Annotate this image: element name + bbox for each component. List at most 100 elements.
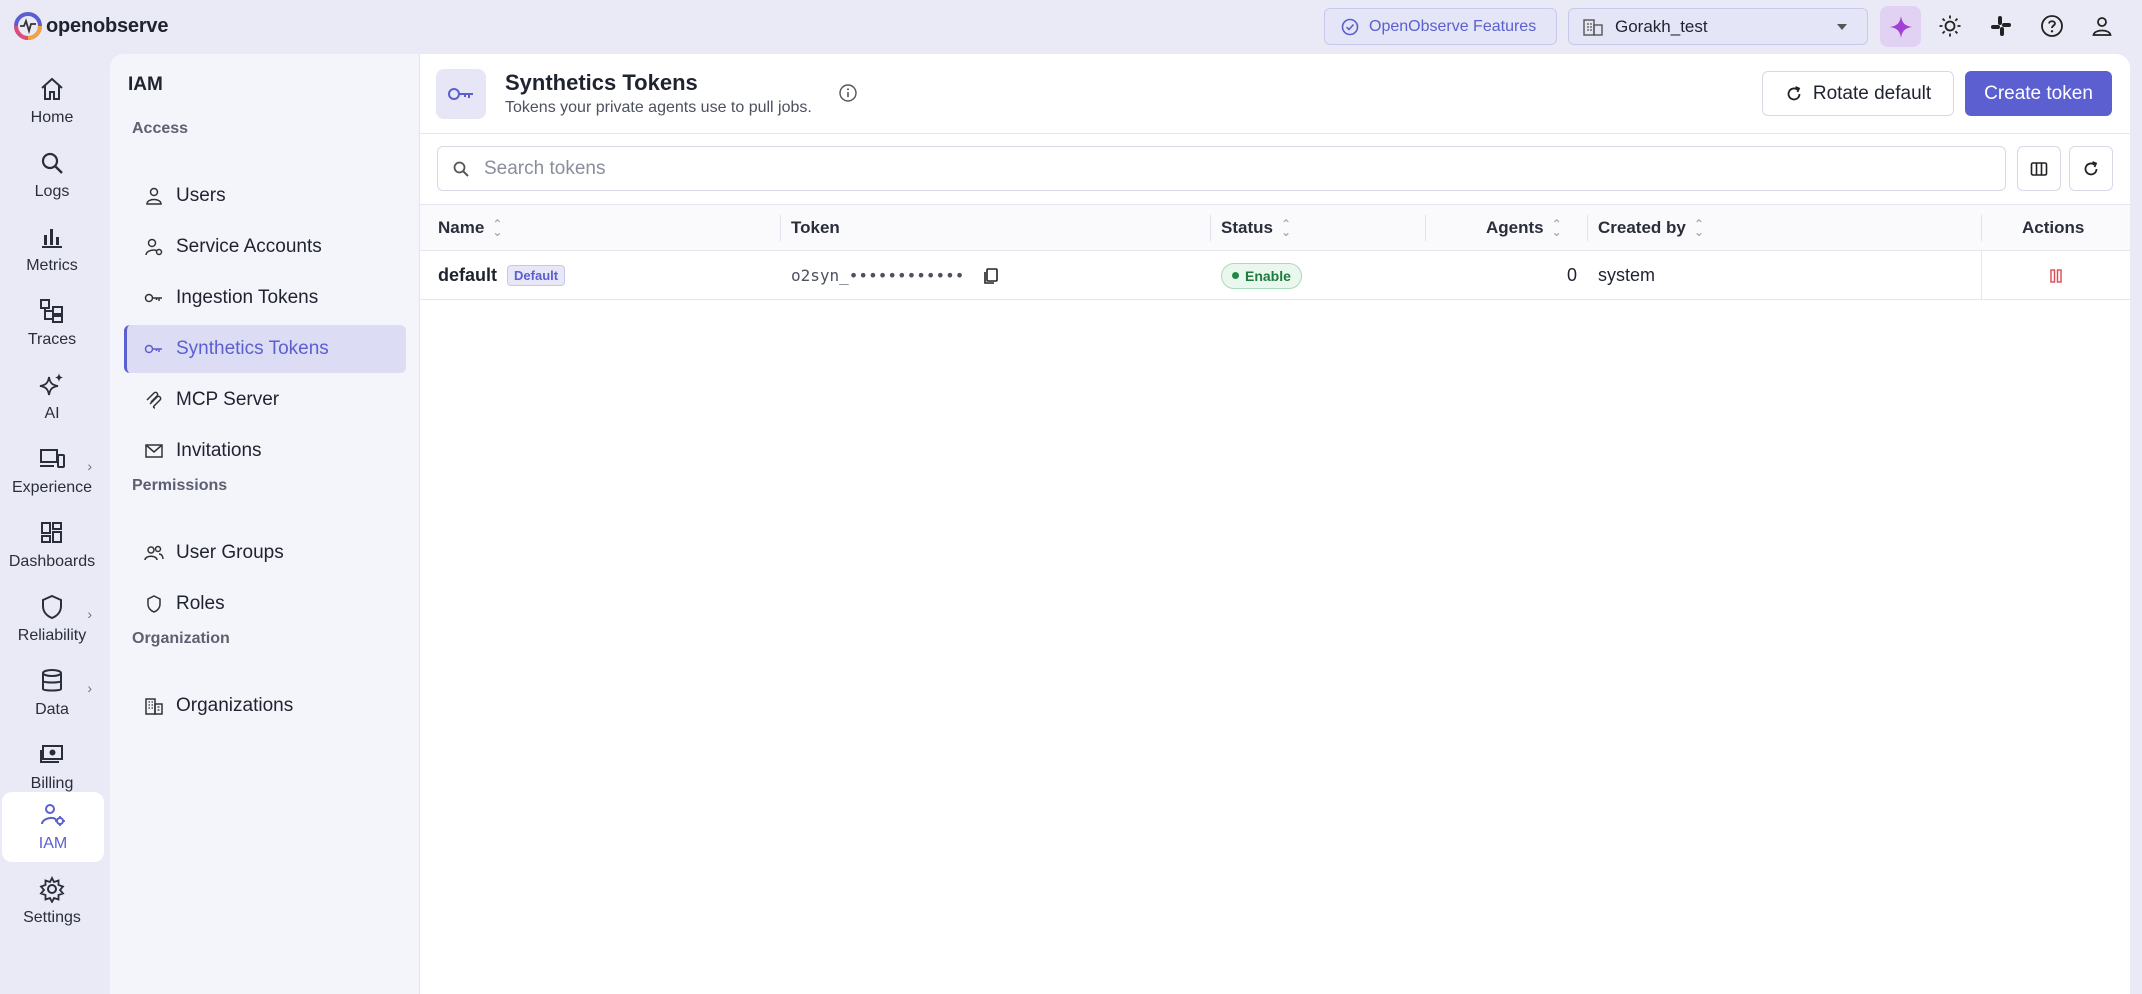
check-circle-icon <box>1341 18 1359 35</box>
shield-icon <box>147 595 161 613</box>
group-icon <box>144 545 164 561</box>
rail-item-iam[interactable]: IAM <box>2 792 104 862</box>
agents-count: 0 <box>1566 265 1577 285</box>
key-icon <box>144 344 162 354</box>
subnav-item-user-groups[interactable]: User Groups <box>124 529 406 577</box>
rail-label-ai: AI <box>44 405 60 422</box>
openobserve-features-button[interactable]: OpenObserve Features <box>1324 8 1557 45</box>
column-separator <box>1981 215 1982 241</box>
rail-item-dashboards[interactable]: Dashboards <box>0 510 104 580</box>
column-label-token: Token <box>791 217 840 237</box>
column-header-status[interactable]: Status ⌃ ⌄ <box>1221 205 1291 250</box>
subnav-item-invitations[interactable]: Invitations <box>124 427 406 475</box>
refresh-icon <box>2084 160 2098 175</box>
rail-label-reliability: Reliability <box>17 627 87 644</box>
header-divider <box>420 133 2130 134</box>
subnav-item-roles[interactable]: Roles <box>124 580 406 628</box>
column-header-created-by[interactable]: Created by ⌃ ⌄ <box>1598 205 1704 250</box>
sort-icon: ⌃ ⌄ <box>1693 216 1704 239</box>
rail-item-settings[interactable]: Settings <box>0 866 104 936</box>
rail-item-home[interactable]: Home <box>0 66 104 136</box>
gear-icon <box>39 875 65 903</box>
iam-icon <box>41 804 65 826</box>
pause-icon <box>2050 268 2062 283</box>
create-token-button[interactable]: Create token <box>1965 71 2112 116</box>
info-icon <box>839 84 857 102</box>
database-icon <box>42 669 62 692</box>
building-icon <box>1583 18 1603 36</box>
key-icon <box>448 88 473 100</box>
created-by-value: system <box>1598 265 1656 285</box>
subnav-label-users: Users <box>176 185 226 206</box>
rail-item-reliability[interactable]: Reliability › <box>0 584 104 654</box>
refresh-icon <box>1787 85 1801 100</box>
key-icon <box>144 293 162 303</box>
rail-item-ai[interactable]: AI <box>0 362 104 432</box>
subnav-item-mcp-server[interactable]: MCP Server <box>124 376 406 424</box>
help-icon <box>2041 15 2063 37</box>
slack-button[interactable] <box>1988 13 2014 39</box>
user-menu-button[interactable] <box>2089 13 2115 39</box>
rail-label-data: Data <box>35 701 69 718</box>
info-button[interactable] <box>838 83 858 103</box>
shield-icon <box>42 594 62 620</box>
rail-item-metrics[interactable]: Metrics <box>0 214 104 284</box>
table-row[interactable]: default Default o2syn_•••••••••••• Enabl… <box>420 251 2130 300</box>
page-title: Synthetics Tokens <box>505 70 698 95</box>
rail-item-logs[interactable]: Logs <box>0 140 104 210</box>
ai-assistant-button[interactable] <box>1880 6 1921 47</box>
refresh-button[interactable] <box>2069 146 2113 191</box>
theme-toggle-button[interactable] <box>1937 13 1963 39</box>
rail-label-dashboards: Dashboards <box>8 553 96 570</box>
rail-item-traces[interactable]: Traces <box>0 288 104 358</box>
column-header-agents[interactable]: Agents ⌃ ⌄ <box>1486 205 1562 250</box>
subnav-label-invitations: Invitations <box>176 440 262 461</box>
subnav-title: IAM <box>128 74 163 95</box>
organization-select[interactable]: Gorakh_test <box>1568 8 1868 45</box>
cell-token: o2syn_•••••••••••• <box>791 251 1000 300</box>
home-icon <box>41 77 63 100</box>
cell-name: default Default <box>438 251 566 300</box>
synthetics-tokens-content: Synthetics Tokens Tokens your private ag… <box>420 54 2130 994</box>
cell-agents: 0 <box>1486 251 1577 300</box>
subnav-label-user-groups: User Groups <box>176 542 284 563</box>
sort-icon: ⌃ ⌄ <box>492 216 503 239</box>
column-label-status: Status <box>1221 217 1273 237</box>
rail-label-settings: Settings <box>23 909 81 926</box>
column-label-name: Name <box>438 217 485 237</box>
subnav-label-organizations: Organizations <box>176 695 294 716</box>
column-separator <box>780 215 781 241</box>
subnav-item-ingestion-tokens[interactable]: Ingestion Tokens <box>124 274 406 322</box>
rail-label-experience: Experience <box>11 479 93 496</box>
page-header-icon <box>436 69 486 119</box>
column-label-created-by: Created by <box>1598 217 1686 237</box>
copy-token-button[interactable] <box>982 267 1000 285</box>
rail-item-data[interactable]: Data › <box>0 658 104 728</box>
features-label: OpenObserve Features <box>1369 17 1537 35</box>
column-settings-button[interactable] <box>2017 146 2061 191</box>
rotate-default-button[interactable]: Rotate default <box>1762 71 1954 116</box>
subnav-label-service-accounts: Service Accounts <box>176 236 322 257</box>
building-icon <box>145 698 163 715</box>
sparkle-icon <box>1889 15 1912 38</box>
rail-item-experience[interactable]: Experience › <box>0 436 104 506</box>
subnav-item-organizations[interactable]: Organizations <box>124 682 406 730</box>
subnav-item-synthetics-tokens[interactable]: Synthetics Tokens <box>124 325 406 373</box>
organization-name: Gorakh_test <box>1615 16 1708 36</box>
subnav-item-service-accounts[interactable]: Service Accounts <box>124 223 406 271</box>
column-header-name[interactable]: Name ⌃ ⌄ <box>438 205 502 250</box>
sort-icon: ⌃ ⌄ <box>1551 216 1562 239</box>
subnav-item-users[interactable]: Users <box>124 172 406 220</box>
traces-icon <box>40 299 63 323</box>
rail-label-logs: Logs <box>34 183 70 200</box>
slack-icon <box>1991 16 2011 36</box>
disable-token-button[interactable] <box>2048 268 2064 284</box>
rail-label-metrics: Metrics <box>26 257 78 274</box>
search-input[interactable] <box>484 157 1884 180</box>
openobserve-logo[interactable]: openobserve <box>14 12 168 40</box>
column-label-actions: Actions <box>2022 217 2085 237</box>
billing-icon <box>40 745 63 763</box>
token-name: default <box>438 265 498 285</box>
help-button[interactable] <box>2039 13 2065 39</box>
masked-token: o2syn_•••••••••••• <box>791 266 965 285</box>
